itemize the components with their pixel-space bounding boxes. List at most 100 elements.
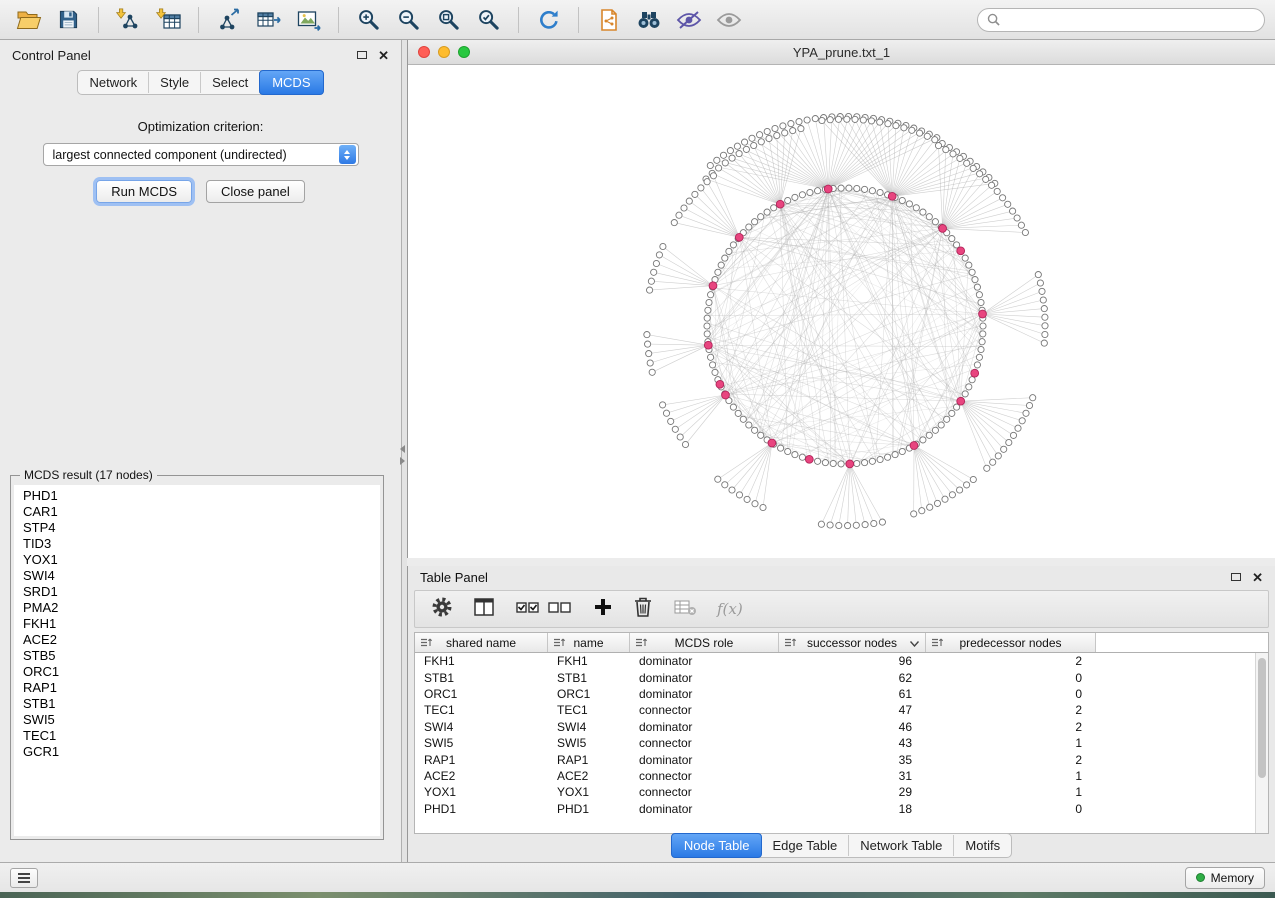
network-node[interactable] bbox=[830, 460, 836, 466]
network-node[interactable] bbox=[962, 255, 968, 261]
network-node[interactable] bbox=[969, 377, 975, 383]
network-node[interactable] bbox=[792, 194, 798, 200]
network-node[interactable] bbox=[764, 128, 770, 134]
network-window-titlebar[interactable]: YPA_prune.txt_1 bbox=[408, 40, 1275, 65]
network-node[interactable] bbox=[871, 520, 877, 526]
network-node[interactable] bbox=[979, 339, 985, 345]
network-node[interactable] bbox=[704, 331, 710, 337]
table-row[interactable]: PHD1PHD1dominator180 bbox=[415, 801, 1268, 817]
network-node[interactable] bbox=[749, 135, 755, 141]
network-node[interactable] bbox=[1010, 432, 1016, 438]
optimization-criterion-select[interactable]: largest connected component (undirected) bbox=[43, 143, 359, 166]
network-node[interactable] bbox=[818, 521, 824, 527]
show-all-button[interactable] bbox=[710, 4, 747, 36]
network-node[interactable] bbox=[869, 188, 875, 194]
network-node[interactable] bbox=[742, 139, 748, 145]
network-node[interactable] bbox=[1019, 418, 1025, 424]
network-node[interactable] bbox=[926, 214, 932, 220]
network-node[interactable] bbox=[862, 186, 868, 192]
mcds-result-item[interactable]: SWI4 bbox=[14, 568, 380, 584]
network-node[interactable] bbox=[760, 504, 766, 510]
network-node[interactable] bbox=[964, 482, 970, 488]
network-node[interactable] bbox=[722, 482, 728, 488]
tab-network[interactable]: Network bbox=[78, 72, 149, 93]
network-node[interactable] bbox=[949, 410, 955, 416]
network-node[interactable] bbox=[705, 307, 711, 313]
network-node[interactable] bbox=[911, 511, 917, 517]
network-node[interactable] bbox=[877, 189, 883, 195]
network-node[interactable] bbox=[730, 404, 736, 410]
export-network-button[interactable] bbox=[210, 4, 247, 36]
deselect-all-button[interactable] bbox=[547, 597, 573, 622]
network-node[interactable] bbox=[885, 454, 891, 460]
network-node[interactable] bbox=[788, 121, 794, 127]
network-node[interactable] bbox=[877, 119, 883, 125]
window-zoom-button[interactable] bbox=[458, 46, 470, 58]
export-image-button[interactable] bbox=[290, 4, 327, 36]
network-node[interactable] bbox=[901, 125, 907, 131]
network-node[interactable] bbox=[966, 384, 972, 390]
network-node[interactable] bbox=[957, 487, 963, 493]
find-button[interactable] bbox=[630, 4, 667, 36]
network-node[interactable] bbox=[844, 116, 850, 122]
refresh-view-button[interactable] bbox=[530, 4, 567, 36]
network-node[interactable] bbox=[1037, 280, 1043, 286]
network-node[interactable] bbox=[653, 260, 659, 266]
search-input[interactable] bbox=[1006, 12, 1255, 27]
mcds-result-item[interactable]: TEC1 bbox=[14, 728, 380, 744]
network-node[interactable] bbox=[962, 391, 968, 397]
network-node[interactable] bbox=[796, 119, 802, 125]
network-node[interactable] bbox=[692, 191, 698, 197]
network-node[interactable] bbox=[879, 519, 885, 525]
network-node[interactable] bbox=[1040, 297, 1046, 303]
network-node[interactable] bbox=[746, 224, 752, 230]
network-node[interactable] bbox=[764, 209, 770, 215]
network-node[interactable] bbox=[924, 133, 930, 139]
network-node[interactable] bbox=[647, 287, 653, 293]
network-node[interactable] bbox=[893, 123, 899, 129]
network-node[interactable] bbox=[710, 362, 716, 368]
network-node[interactable] bbox=[980, 331, 986, 337]
mcds-result-item[interactable]: STB5 bbox=[14, 648, 380, 664]
network-node[interactable] bbox=[938, 422, 944, 428]
network-node[interactable] bbox=[766, 135, 772, 141]
dominator-node[interactable] bbox=[768, 439, 776, 447]
network-node[interactable] bbox=[854, 460, 860, 466]
network-node[interactable] bbox=[846, 185, 852, 191]
tab-network-table[interactable]: Network Table bbox=[849, 835, 954, 856]
network-node[interactable] bbox=[746, 422, 752, 428]
network-node[interactable] bbox=[835, 116, 841, 122]
tab-mcds[interactable]: MCDS bbox=[259, 70, 323, 95]
network-node[interactable] bbox=[799, 192, 805, 198]
table-scrollbar[interactable] bbox=[1255, 653, 1268, 833]
network-node[interactable] bbox=[812, 116, 818, 122]
tab-motifs[interactable]: Motifs bbox=[954, 835, 1011, 856]
network-node[interactable] bbox=[785, 448, 791, 454]
network-node[interactable] bbox=[1023, 410, 1029, 416]
network-node[interactable] bbox=[743, 146, 749, 152]
network-node[interactable] bbox=[917, 130, 923, 136]
dominator-node[interactable] bbox=[704, 341, 712, 349]
network-node[interactable] bbox=[799, 454, 805, 460]
network-node[interactable] bbox=[648, 278, 654, 284]
zoom-fit-button[interactable] bbox=[430, 4, 467, 36]
network-node[interactable] bbox=[771, 205, 777, 211]
network-node[interactable] bbox=[752, 427, 758, 433]
network-node[interactable] bbox=[671, 220, 677, 226]
network-node[interactable] bbox=[736, 492, 742, 498]
network-node[interactable] bbox=[827, 522, 833, 528]
network-node[interactable] bbox=[920, 209, 926, 215]
network-node[interactable] bbox=[995, 453, 1001, 459]
network-node[interactable] bbox=[862, 522, 868, 528]
network-node[interactable] bbox=[934, 500, 940, 506]
mcds-result-item[interactable]: FKH1 bbox=[14, 616, 380, 632]
network-node[interactable] bbox=[698, 185, 704, 191]
network-node[interactable] bbox=[686, 198, 692, 204]
open-session-button[interactable] bbox=[10, 4, 47, 36]
network-node[interactable] bbox=[722, 255, 728, 261]
network-node[interactable] bbox=[950, 151, 956, 157]
mcds-result-item[interactable]: YOX1 bbox=[14, 552, 380, 568]
network-node[interactable] bbox=[708, 292, 714, 298]
network-node[interactable] bbox=[758, 214, 764, 220]
column-header-name[interactable]: name bbox=[548, 633, 630, 652]
